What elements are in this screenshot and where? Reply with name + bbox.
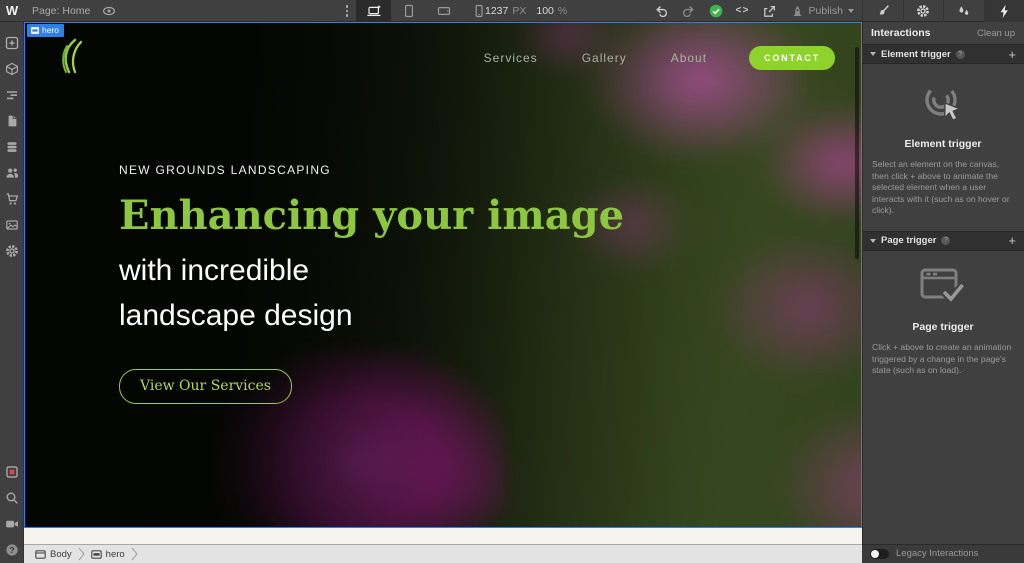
- saved-check-icon[interactable]: [706, 4, 726, 18]
- add-elements-icon[interactable]: [0, 30, 24, 56]
- legacy-interactions-row: Legacy Interactions: [862, 544, 1024, 563]
- users-icon[interactable]: [0, 160, 24, 186]
- canvas-width-value: 1237: [485, 5, 509, 17]
- page-trigger-title: Page trigger: [912, 320, 974, 333]
- breadcrumb-item-hero[interactable]: hero: [87, 549, 129, 560]
- zoom-value: 100: [536, 5, 554, 17]
- page-selector[interactable]: Page: Home: [32, 5, 90, 17]
- element-trigger-card: Element trigger Select an element on the…: [862, 64, 1024, 231]
- help-badge-icon[interactable]: ?: [955, 49, 965, 59]
- page-trigger-description: Click + above to create an animation tri…: [872, 341, 1012, 376]
- style-brush-icon[interactable]: [862, 0, 903, 22]
- hero-heading-white: with incredible landscape design: [119, 254, 353, 332]
- element-trigger-icon: [925, 84, 962, 122]
- video-icon[interactable]: [0, 511, 24, 537]
- navigator-icon[interactable]: [0, 82, 24, 108]
- selection-tag[interactable]: hero: [27, 24, 65, 37]
- toolbar-actions: <> Publish: [652, 0, 854, 22]
- cms-icon[interactable]: [0, 134, 24, 160]
- hero-heading-accent: Enhancing your image: [119, 192, 625, 239]
- svg-text:?: ?: [9, 545, 14, 555]
- add-page-trigger-button[interactable]: +: [1008, 234, 1016, 247]
- pages-icon[interactable]: [0, 108, 24, 134]
- record-icon[interactable]: [0, 459, 24, 485]
- legacy-interactions-label: Legacy Interactions: [896, 548, 979, 559]
- interactions-bolt-icon[interactable]: [983, 0, 1024, 22]
- canvas-dimensions[interactable]: 1237 PX 100 %: [485, 0, 567, 22]
- left-toolbar: ?: [0, 22, 24, 563]
- element-trigger-header[interactable]: Element trigger ? +: [862, 44, 1024, 64]
- caret-down-icon: [870, 238, 876, 243]
- canvas-column: hero Services Gallery About CONTACT NEW …: [24, 22, 862, 563]
- breakpoint-switcher: [356, 0, 496, 22]
- share-icon[interactable]: [760, 5, 780, 18]
- breakpoint-phone-landscape-icon[interactable]: [426, 0, 461, 22]
- publish-button[interactable]: Publish: [791, 5, 854, 18]
- help-badge-icon[interactable]: ?: [941, 236, 951, 246]
- element-trigger-description: Select an element on the canvas, then cl…: [872, 159, 1010, 216]
- redo-icon[interactable]: [679, 5, 699, 17]
- hero-copy: NEW GROUNDS LANDSCAPING Enhancing your i…: [119, 163, 624, 404]
- ecommerce-icon[interactable]: [0, 186, 24, 212]
- search-icon[interactable]: [0, 485, 24, 511]
- zoom-unit: %: [557, 5, 568, 17]
- section-icon: [31, 26, 39, 34]
- webflow-logo[interactable]: W: [0, 0, 24, 22]
- settings-gear-sidebar-icon[interactable]: [0, 238, 24, 264]
- section-icon: [90, 549, 102, 559]
- caret-down-icon: [870, 52, 876, 56]
- page-next-section: [24, 528, 862, 545]
- breakpoint-tablet-icon[interactable]: [391, 0, 426, 22]
- undo-icon[interactable]: [652, 5, 672, 17]
- breadcrumb-separator: [131, 547, 138, 561]
- nav-link-about[interactable]: About: [671, 51, 707, 65]
- nav-links: Services Gallery About: [484, 51, 707, 65]
- menu-dots-icon[interactable]: [341, 0, 353, 22]
- nav-link-services[interactable]: Services: [484, 51, 538, 65]
- help-icon[interactable]: ?: [0, 537, 24, 563]
- style-manager-drops-icon[interactable]: [943, 0, 984, 22]
- contact-button[interactable]: CONTACT: [749, 46, 835, 70]
- settings-gear-icon[interactable]: [902, 0, 944, 22]
- panel-title: Interactions: [871, 27, 931, 39]
- add-element-trigger-button[interactable]: +: [1008, 48, 1016, 61]
- interactions-panel: Interactions Clean up Element trigger ? …: [862, 22, 1024, 563]
- nav-link-gallery[interactable]: Gallery: [582, 51, 627, 65]
- publish-rocket-icon: [793, 5, 801, 16]
- body-icon: [35, 549, 46, 559]
- design-canvas[interactable]: hero Services Gallery About CONTACT NEW …: [24, 22, 862, 528]
- page-trigger-card: Page trigger Click + above to create an …: [862, 251, 1024, 391]
- breakpoint-desktop-icon[interactable]: [356, 0, 391, 22]
- webflow-designer: W Page: Home 1237 PX 100 % <> Publish ? …: [0, 0, 1024, 563]
- element-trigger-title: Element trigger: [904, 138, 982, 150]
- page-trigger-header[interactable]: Page trigger ? +: [862, 230, 1024, 251]
- page-trigger-icon: [920, 268, 966, 305]
- hero-eyebrow: NEW GROUNDS LANDSCAPING: [119, 163, 331, 177]
- canvas-width-unit: PX: [512, 5, 527, 17]
- grass-logo-icon[interactable]: [55, 37, 85, 80]
- canvas-scrollbar[interactable]: [855, 47, 859, 259]
- right-panel-tabs: [862, 0, 1024, 22]
- top-toolbar: W Page: Home 1237 PX 100 % <> Publish: [0, 0, 1024, 22]
- view-services-button[interactable]: View Our Services: [119, 369, 292, 404]
- code-icon[interactable]: <>: [733, 6, 753, 17]
- publish-label: Publish: [808, 5, 843, 17]
- assets-icon[interactable]: [0, 212, 24, 238]
- site-navbar: Services Gallery About CONTACT: [25, 23, 861, 93]
- clean-up-button[interactable]: Clean up: [977, 28, 1015, 39]
- legacy-interactions-toggle[interactable]: [870, 548, 889, 559]
- components-icon[interactable]: [0, 56, 24, 82]
- breadcrumb: Body hero: [24, 545, 862, 563]
- breadcrumb-separator: [78, 547, 85, 561]
- breadcrumb-item-body[interactable]: Body: [31, 549, 76, 560]
- chevron-down-icon: [848, 9, 854, 13]
- preview-eye-icon[interactable]: [102, 5, 116, 17]
